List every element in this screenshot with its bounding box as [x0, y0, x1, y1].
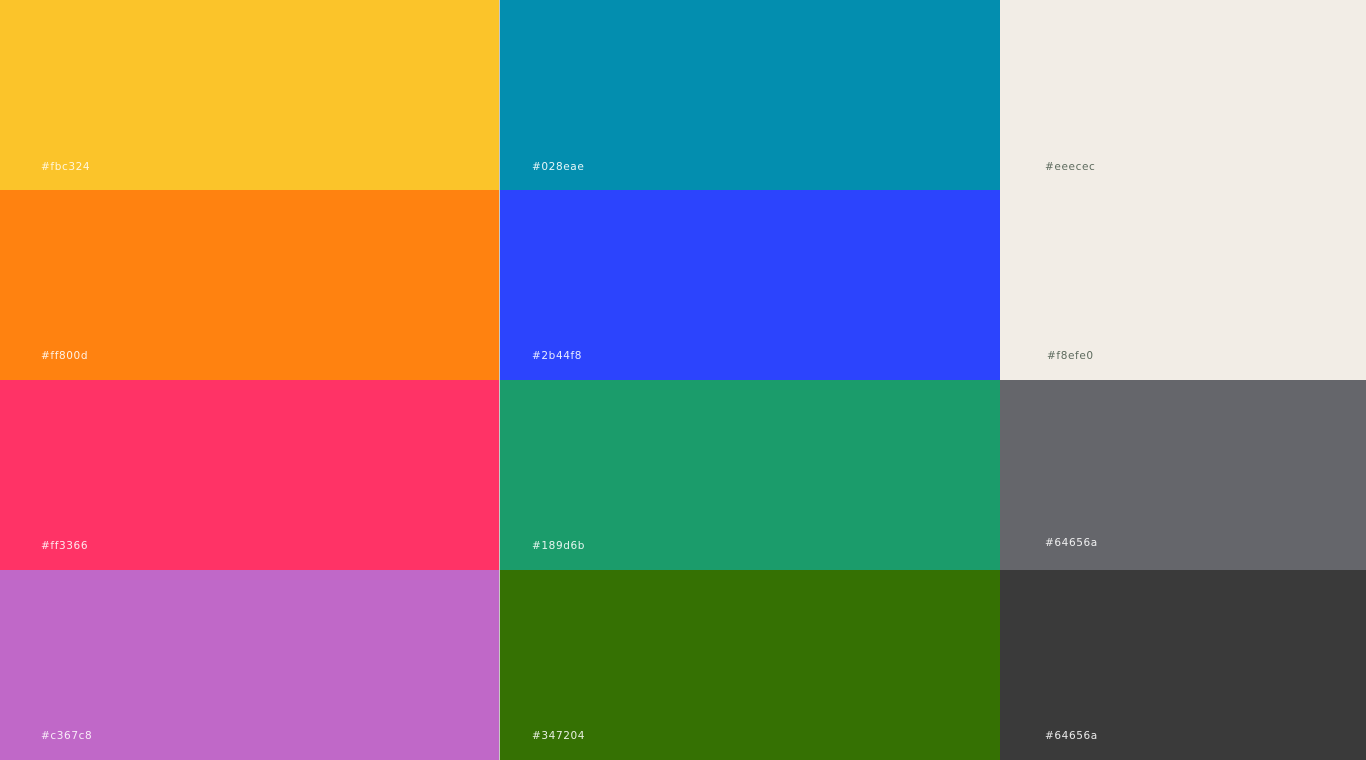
- color-swatch[interactable]: #f8efe0: [1000, 190, 1366, 380]
- swatch-hex-label: #2b44f8: [532, 350, 583, 362]
- swatch-hex-label: #189d6b: [532, 540, 586, 552]
- swatch-hex-label: #028eae: [532, 161, 585, 173]
- swatch-hex-label: #ff3366: [41, 540, 89, 552]
- palette-column-cool: #028eae #2b44f8 #189d6b #347204: [500, 0, 1000, 760]
- color-swatch[interactable]: #eeecec: [1000, 0, 1366, 190]
- color-swatch[interactable]: #64656a: [1000, 380, 1366, 570]
- swatch-hex-label: #f8efe0: [1047, 350, 1094, 362]
- swatch-hex-label: #64656a: [1045, 730, 1098, 742]
- color-swatch[interactable]: #ff3366: [0, 380, 499, 570]
- color-swatch[interactable]: #c367c8: [0, 570, 499, 760]
- color-swatch[interactable]: #2b44f8: [500, 190, 1000, 380]
- swatch-hex-label: #fbc324: [41, 161, 91, 173]
- swatch-hex-label: #64656a: [1045, 537, 1098, 549]
- swatch-hex-label: #347204: [532, 730, 586, 742]
- swatch-hex-label: #c367c8: [41, 730, 93, 742]
- color-swatch[interactable]: #fbc324: [0, 0, 499, 190]
- palette-column-neutral: #eeecec #f8efe0 #64656a #64656a: [1000, 0, 1366, 760]
- color-swatch[interactable]: #64656a: [1000, 570, 1366, 760]
- color-palette: #fbc324 #ff800d #ff3366 #c367c8 #028eae …: [0, 0, 1366, 760]
- palette-column-warm: #fbc324 #ff800d #ff3366 #c367c8: [0, 0, 499, 760]
- color-swatch[interactable]: #347204: [500, 570, 1000, 760]
- swatch-hex-label: #ff800d: [41, 350, 89, 362]
- color-swatch[interactable]: #ff800d: [0, 190, 499, 380]
- swatch-hex-label: #eeecec: [1045, 161, 1096, 173]
- color-swatch[interactable]: #028eae: [500, 0, 1000, 190]
- color-swatch[interactable]: #189d6b: [500, 380, 1000, 570]
